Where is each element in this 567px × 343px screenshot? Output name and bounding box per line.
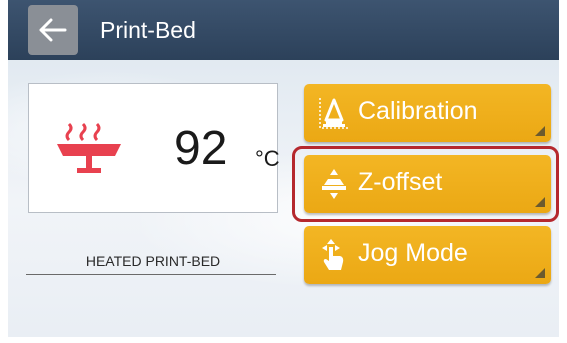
corner-marker: [535, 268, 545, 278]
jog-mode-label: Jog Mode: [358, 239, 468, 267]
heated-bed-caption: HEATED PRINT-BED: [85, 253, 221, 269]
caption-underline: [26, 274, 276, 275]
back-button[interactable]: [28, 5, 78, 55]
temperature-unit: °C: [255, 146, 280, 171]
temperature-value: 92: [174, 122, 228, 175]
heated-bed-card: 92 °C: [28, 83, 280, 213]
calibration-icon: [319, 98, 348, 129]
page-title: Print-Bed: [100, 17, 196, 43]
jog-mode-button[interactable]: Jog Mode: [304, 226, 551, 284]
screen: Print-Bed 92 °C HEATED PRINT-BED Calibra…: [8, 0, 559, 337]
z-offset-highlight: [292, 146, 559, 222]
top-bar: Print-Bed: [8, 0, 559, 60]
corner-marker: [535, 126, 545, 136]
calibration-button[interactable]: Calibration: [304, 84, 551, 142]
arrow-left-icon: [39, 18, 67, 42]
heated-bed-icon: [57, 122, 121, 173]
jog-hand-icon: [322, 239, 344, 270]
calibration-label: Calibration: [358, 97, 478, 125]
